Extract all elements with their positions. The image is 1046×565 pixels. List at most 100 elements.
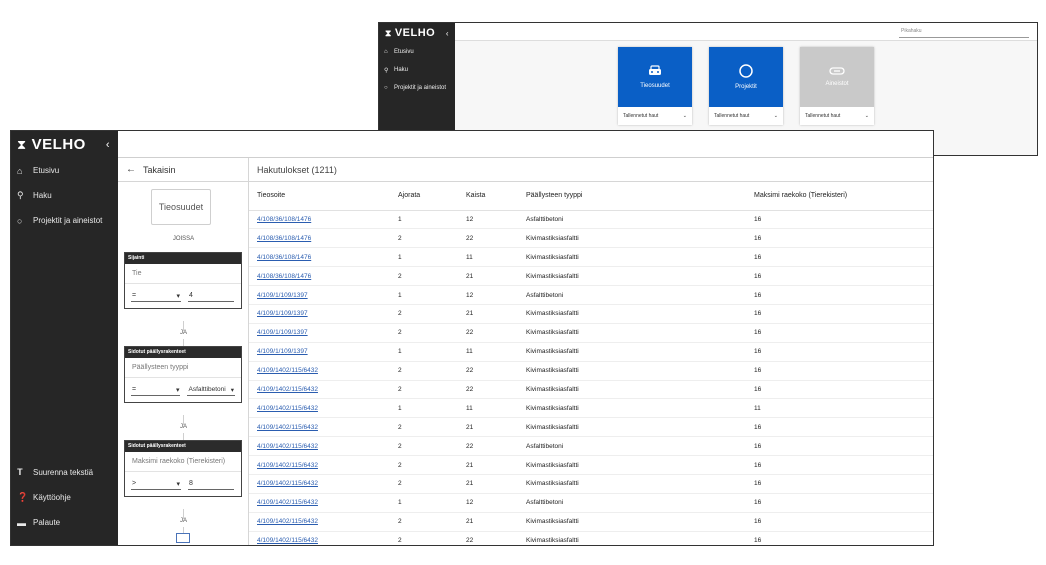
table-cell: 16: [746, 228, 933, 249]
table-cell: 16: [746, 266, 933, 287]
back-nav-haku[interactable]: ⚲ Haku: [379, 61, 455, 79]
table-row[interactable]: 4/109/1402/115/6432 2 22 Kivimastiksiasfalt…: [249, 361, 933, 381]
sidebar-item-haku[interactable]: ⚲ Haku: [11, 183, 118, 208]
table-row[interactable]: 4/108/36/108/1476 2 22 Kivimastiksiasfaltti…: [249, 228, 933, 249]
table-cell: 2: [390, 474, 458, 494]
table-cell: 16: [746, 512, 933, 532]
road-address-link[interactable]: 4/108/36/108/1476: [249, 210, 390, 230]
column-header[interactable]: Päällysteen tyyppi: [518, 182, 746, 211]
chevron-down-icon: ⌄: [864, 113, 869, 119]
table-row[interactable]: 4/109/1/109/1397 1 11 Kivimastiksiasfaltti 1…: [249, 342, 933, 362]
table-cell: 1: [390, 398, 458, 419]
table-cell: Kivimastiksiasfaltti: [518, 361, 746, 381]
road-address-link[interactable]: 4/109/1402/115/6432: [249, 512, 390, 532]
saved-searches-dropdown[interactable]: Tallennetut haut ⌄: [800, 107, 874, 125]
sidebar-item-help[interactable]: ❓ Käyttöohje: [11, 485, 118, 510]
road-address-link[interactable]: 4/109/1/109/1397: [249, 323, 390, 343]
table-row[interactable]: 4/109/1402/115/6432 2 21 Kivimastiksiasfalt…: [249, 455, 933, 475]
value-select[interactable]: Asfalttibetoni ▾: [187, 384, 235, 396]
back-nav-projektit[interactable]: ○ Projektit ja aineistot: [379, 79, 455, 97]
table-row[interactable]: 4/108/36/108/1476 1 11 Kivimastiksiasfaltti…: [249, 247, 933, 268]
road-address-link[interactable]: 4/109/1/109/1397: [249, 304, 390, 324]
back-button[interactable]: ← Takaisin: [118, 158, 248, 182]
table-row[interactable]: 4/109/1402/115/6432 2 22 Kivimastiksiasfalt…: [249, 531, 933, 545]
tile-face[interactable]: Tieosuudet: [618, 47, 692, 107]
tile-face[interactable]: Projektit: [709, 47, 783, 107]
column-header[interactable]: Kaista: [458, 182, 518, 211]
table-row[interactable]: 4/109/1402/115/6432 1 11 Kivimastiksiasfalt…: [249, 398, 933, 419]
road-address-link[interactable]: 4/109/1402/115/6432: [249, 361, 390, 381]
table-cell: Asfalttibetoni: [518, 285, 746, 305]
table-row[interactable]: 4/109/1402/115/6432 2 21 Kivimastiksiasfalt…: [249, 512, 933, 532]
table-row[interactable]: 4/108/36/108/1476 2 21 Kivimastiksiasfaltti…: [249, 266, 933, 287]
saved-searches-dropdown[interactable]: Tallennetut haut ⌄: [618, 107, 692, 125]
tile-face[interactable]: Aineistot: [800, 47, 874, 107]
field-select[interactable]: Maksimi raekoko (Tierekisteri): [125, 452, 241, 472]
field-select[interactable]: Päällysteen tyyppi: [125, 358, 241, 378]
road-address-link[interactable]: 4/109/1402/115/6432: [249, 455, 390, 475]
saved-searches-dropdown[interactable]: Tallennetut haut ⌄: [709, 107, 783, 125]
operator-select[interactable]: = ▾: [131, 384, 181, 396]
road-address-link[interactable]: 4/108/36/108/1476: [249, 247, 390, 268]
table-row[interactable]: 4/109/1402/115/6432 1 12 Asfalttibetoni 16: [249, 493, 933, 513]
sidebar-item-label: Palaute: [33, 518, 61, 527]
table-cell: Asfalttibetoni: [518, 210, 746, 230]
road-address-link[interactable]: 4/109/1402/115/6432: [249, 493, 390, 513]
operator-select[interactable]: = ▾: [131, 290, 181, 302]
chevron-left-icon[interactable]: ‹: [106, 139, 110, 151]
results-panel: Hakutulokset (1211) Tieosoite Ajorata Ka…: [249, 158, 933, 545]
operator-value: =: [132, 292, 137, 299]
road-address-link[interactable]: 4/109/1402/115/6432: [249, 436, 390, 457]
sidebar-item-feedback[interactable]: ▬ Palaute: [11, 510, 118, 535]
operator-select[interactable]: > ▾: [131, 478, 181, 490]
table-cell: 11: [458, 247, 518, 268]
road-address-link[interactable]: 4/109/1402/115/6432: [249, 380, 390, 400]
road-address-link[interactable]: 4/109/1402/115/6432: [249, 398, 390, 419]
table-row[interactable]: 4/109/1/109/1397 2 22 Kivimastiksiasfaltti 1…: [249, 323, 933, 343]
dropdown-label: Tallennetut haut: [714, 113, 750, 119]
table-row[interactable]: 4/108/36/108/1476 1 12 Asfalttibetoni 16: [249, 210, 933, 230]
tile-aineistot[interactable]: Aineistot Tallennetut haut ⌄: [800, 47, 874, 125]
road-address-link[interactable]: 4/109/1/109/1397: [249, 342, 390, 362]
joissa-label: JOISSA: [172, 236, 195, 242]
road-address-link[interactable]: 4/108/36/108/1476: [249, 266, 390, 287]
table-row[interactable]: 4/109/1402/115/6432 2 22 Asfalttibetoni 16: [249, 436, 933, 457]
filter-card-maksimi-raekoko: Sidotut päällysrakenteet Maksimi raekoko…: [124, 440, 242, 497]
value-input[interactable]: 4: [188, 290, 234, 302]
table-cell: 16: [746, 323, 933, 343]
table-row[interactable]: 4/109/1402/115/6432 2 21 Kivimastiksiasfalt…: [249, 474, 933, 494]
quick-search-input[interactable]: Pikahaku: [899, 27, 1029, 38]
sidebar-item-projektit[interactable]: ○ Projektit ja aineistot: [11, 208, 118, 233]
add-filter-button[interactable]: [176, 533, 190, 543]
nav-label: Etusivu: [394, 49, 414, 55]
field-select[interactable]: Tie: [125, 264, 241, 284]
table-cell: 16: [746, 531, 933, 545]
column-header[interactable]: Ajorata: [390, 182, 458, 211]
value-input[interactable]: 8: [188, 478, 234, 490]
road-address-link[interactable]: 4/109/1/109/1397: [249, 285, 390, 305]
road-address-link[interactable]: 4/109/1402/115/6432: [249, 417, 390, 438]
table-row[interactable]: 4/109/1402/115/6432 2 21 Kivimastiksiasfalt…: [249, 417, 933, 438]
chevron-left-icon[interactable]: ‹: [446, 29, 449, 38]
table-row[interactable]: 4/109/1/109/1397 2 21 Kivimastiksiasfaltti 1…: [249, 304, 933, 324]
table-cell: Kivimastiksiasfaltti: [518, 417, 746, 438]
road-address-link[interactable]: 4/109/1402/115/6432: [249, 531, 390, 545]
table-cell: 1: [390, 210, 458, 230]
tile-projektit[interactable]: Projektit Tallennetut haut ⌄: [709, 47, 783, 125]
back-nav-etusivu[interactable]: ⌂ Etusivu: [379, 43, 455, 61]
table-row[interactable]: 4/109/1/109/1397 1 12 Asfalttibetoni 16: [249, 285, 933, 305]
home-icon: ⌂: [17, 165, 23, 176]
road-address-link[interactable]: 4/109/1402/115/6432: [249, 474, 390, 494]
card-title: Sijainti: [125, 253, 241, 264]
source-box[interactable]: Tieosuudet: [151, 189, 211, 225]
tile-tieosuudet[interactable]: Tieosuudet Tallennetut haut ⌄: [618, 47, 692, 125]
sidebar-item-etusivu[interactable]: ⌂ Etusivu: [11, 158, 118, 183]
table-cell: 22: [458, 361, 518, 381]
table-row[interactable]: 4/109/1402/115/6432 2 22 Kivimastiksiasfalt…: [249, 380, 933, 400]
column-header[interactable]: Maksimi raekoko (Tierekisteri): [746, 182, 933, 211]
road-address-link[interactable]: 4/108/36/108/1476: [249, 228, 390, 249]
sidebar-item-text-size[interactable]: 𝐓 Suurenna tekstiä: [11, 460, 118, 485]
column-header[interactable]: Tieosoite: [249, 182, 390, 211]
card-title: Sidotut päällysrakenteet: [125, 441, 241, 452]
table-cell: Kivimastiksiasfaltti: [518, 266, 746, 287]
